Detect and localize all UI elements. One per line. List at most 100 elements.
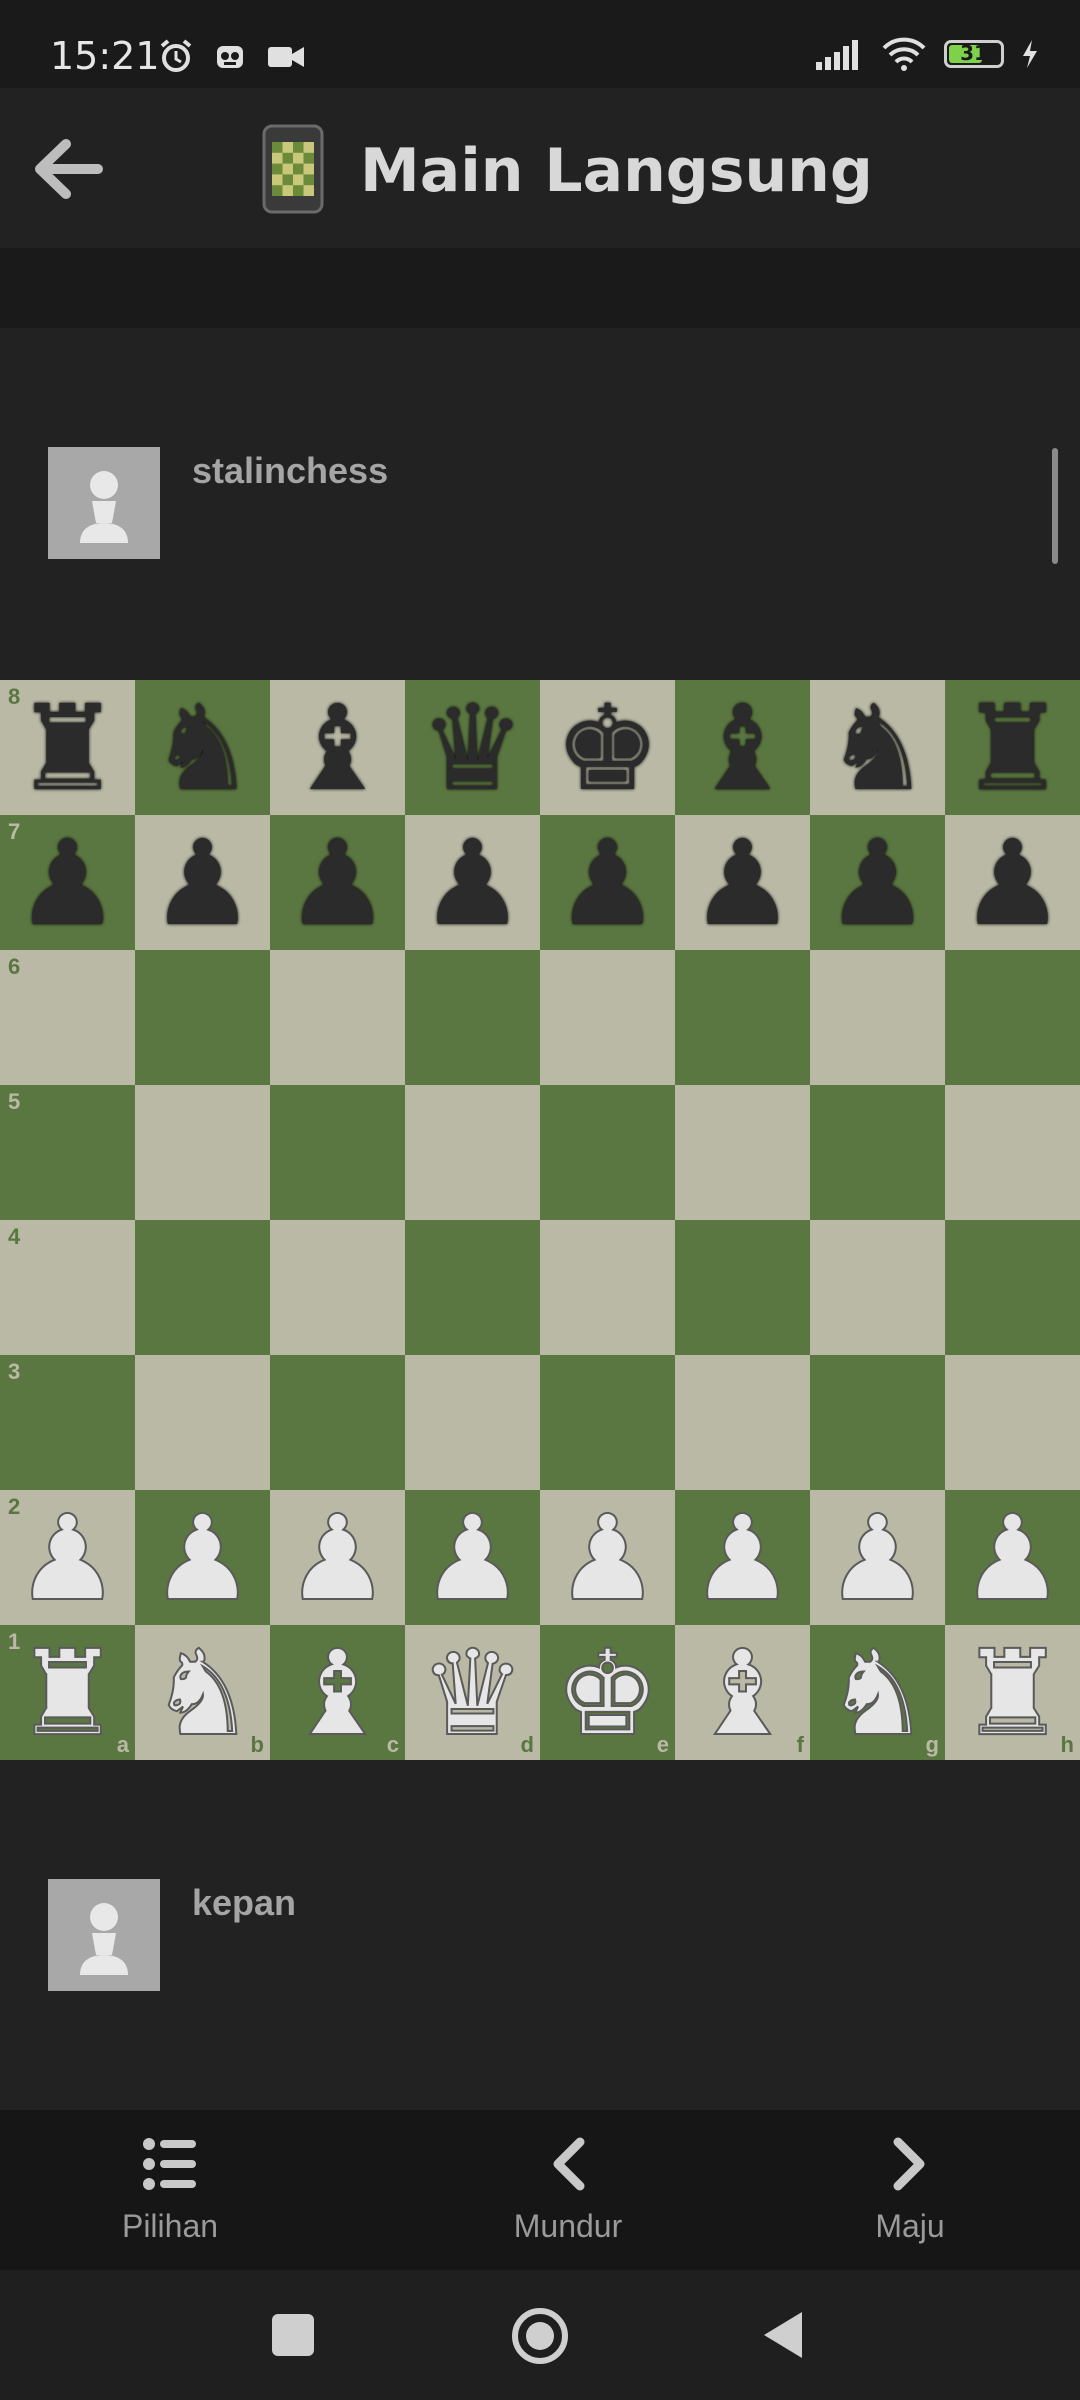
square-a6[interactable]: 6 (0, 950, 135, 1085)
square-h7[interactable]: ♟ (945, 815, 1080, 950)
square-d8[interactable]: ♛ (405, 680, 540, 815)
square-c7[interactable]: ♟ (270, 815, 405, 950)
square-c3[interactable] (270, 1355, 405, 1490)
black-pawn-piece[interactable]: ♟ (825, 824, 931, 942)
square-b3[interactable] (135, 1355, 270, 1490)
square-h3[interactable] (945, 1355, 1080, 1490)
square-a3[interactable]: 3 (0, 1355, 135, 1490)
white-pawn-piece[interactable]: ♟ (824, 1498, 932, 1618)
recents-square-icon[interactable] (270, 2312, 316, 2358)
black-knight-piece[interactable]: ♞ (150, 689, 256, 807)
white-bishop-piece[interactable]: ♝ (689, 1633, 797, 1753)
black-rook-piece[interactable]: ♜ (960, 689, 1066, 807)
square-h2[interactable]: ♟ (945, 1490, 1080, 1625)
square-h1[interactable]: h ♜ (945, 1625, 1080, 1760)
white-pawn-piece[interactable]: ♟ (284, 1498, 392, 1618)
square-d2[interactable]: ♟ (405, 1490, 540, 1625)
square-c6[interactable] (270, 950, 405, 1085)
square-a1[interactable]: 1 a ♜ (0, 1625, 135, 1760)
white-pawn-piece[interactable]: ♟ (959, 1498, 1067, 1618)
white-pawn-piece[interactable]: ♟ (14, 1498, 122, 1618)
white-rook-piece[interactable]: ♜ (14, 1633, 122, 1753)
black-bishop-piece[interactable]: ♝ (285, 689, 391, 807)
square-e8[interactable]: ♚ (540, 680, 675, 815)
white-pawn-piece[interactable]: ♟ (419, 1498, 527, 1618)
square-b5[interactable] (135, 1085, 270, 1220)
square-e3[interactable] (540, 1355, 675, 1490)
square-a4[interactable]: 4 (0, 1220, 135, 1355)
square-f6[interactable] (675, 950, 810, 1085)
black-bishop-piece[interactable]: ♝ (690, 689, 796, 807)
back-arrow-icon[interactable] (28, 134, 108, 204)
square-f7[interactable]: ♟ (675, 815, 810, 950)
square-d1[interactable]: d ♛ (405, 1625, 540, 1760)
square-f4[interactable] (675, 1220, 810, 1355)
square-b6[interactable] (135, 950, 270, 1085)
square-h5[interactable] (945, 1085, 1080, 1220)
square-h4[interactable] (945, 1220, 1080, 1355)
home-circle-icon[interactable] (510, 2306, 570, 2366)
square-b4[interactable] (135, 1220, 270, 1355)
black-king-piece[interactable]: ♚ (555, 689, 661, 807)
white-rook-piece[interactable]: ♜ (959, 1633, 1067, 1753)
square-d6[interactable] (405, 950, 540, 1085)
bottom-player-avatar[interactable] (48, 1879, 160, 1991)
square-c1[interactable]: c ♝ (270, 1625, 405, 1760)
black-pawn-piece[interactable]: ♟ (420, 824, 526, 942)
square-e5[interactable] (540, 1085, 675, 1220)
square-c2[interactable]: ♟ (270, 1490, 405, 1625)
square-g1[interactable]: g ♞ (810, 1625, 945, 1760)
back-move-button[interactable]: Mundur (458, 2132, 678, 2245)
square-b8[interactable]: ♞ (135, 680, 270, 815)
white-pawn-piece[interactable]: ♟ (554, 1498, 662, 1618)
white-knight-piece[interactable]: ♞ (824, 1633, 932, 1753)
top-player-avatar[interactable] (48, 447, 160, 559)
square-g6[interactable] (810, 950, 945, 1085)
square-a7[interactable]: 7 ♟ (0, 815, 135, 950)
forward-move-button[interactable]: Maju (800, 2132, 1020, 2245)
white-king-piece[interactable]: ♚ (554, 1633, 662, 1753)
square-f1[interactable]: f ♝ (675, 1625, 810, 1760)
square-b2[interactable]: ♟ (135, 1490, 270, 1625)
square-g3[interactable] (810, 1355, 945, 1490)
bottom-player-name[interactable]: kepan (192, 1882, 296, 1924)
white-queen-piece[interactable]: ♛ (419, 1633, 527, 1753)
square-d5[interactable] (405, 1085, 540, 1220)
black-pawn-piece[interactable]: ♟ (555, 824, 661, 942)
square-e2[interactable]: ♟ (540, 1490, 675, 1625)
square-h6[interactable] (945, 950, 1080, 1085)
square-g5[interactable] (810, 1085, 945, 1220)
white-pawn-piece[interactable]: ♟ (689, 1498, 797, 1618)
square-f2[interactable]: ♟ (675, 1490, 810, 1625)
options-button[interactable]: Pilihan (60, 2132, 280, 2245)
black-knight-piece[interactable]: ♞ (825, 689, 931, 807)
square-a2[interactable]: 2 ♟ (0, 1490, 135, 1625)
black-pawn-piece[interactable]: ♟ (15, 824, 121, 942)
square-a5[interactable]: 5 (0, 1085, 135, 1220)
chess-board[interactable]: 8 ♜ ♞ ♝ ♛ ♚ ♝ ♞ ♜ 7 ♟ ♟ ♟ ♟ ♟ ♟ ♟ ♟ 6 5 4 3 2 ♟ ♟ ♟ ♟ ♟ ♟ ♟ ♟ 1 a ♜ b ♞ c ♝ d ♛… (0, 680, 1080, 1760)
black-queen-piece[interactable]: ♛ (420, 689, 526, 807)
square-b1[interactable]: b ♞ (135, 1625, 270, 1760)
black-rook-piece[interactable]: ♜ (15, 689, 121, 807)
square-a8[interactable]: 8 ♜ (0, 680, 135, 815)
black-pawn-piece[interactable]: ♟ (285, 824, 391, 942)
square-f3[interactable] (675, 1355, 810, 1490)
square-e7[interactable]: ♟ (540, 815, 675, 950)
square-f8[interactable]: ♝ (675, 680, 810, 815)
square-e4[interactable] (540, 1220, 675, 1355)
black-pawn-piece[interactable]: ♟ (690, 824, 796, 942)
back-triangle-icon[interactable] (760, 2310, 806, 2360)
square-g4[interactable] (810, 1220, 945, 1355)
square-d4[interactable] (405, 1220, 540, 1355)
square-f5[interactable] (675, 1085, 810, 1220)
white-pawn-piece[interactable]: ♟ (149, 1498, 257, 1618)
square-g7[interactable]: ♟ (810, 815, 945, 950)
square-g8[interactable]: ♞ (810, 680, 945, 815)
square-c5[interactable] (270, 1085, 405, 1220)
black-pawn-piece[interactable]: ♟ (960, 824, 1066, 942)
top-player-name[interactable]: stalinchess (192, 450, 388, 492)
square-d3[interactable] (405, 1355, 540, 1490)
square-e1[interactable]: e ♚ (540, 1625, 675, 1760)
square-c8[interactable]: ♝ (270, 680, 405, 815)
square-e6[interactable] (540, 950, 675, 1085)
